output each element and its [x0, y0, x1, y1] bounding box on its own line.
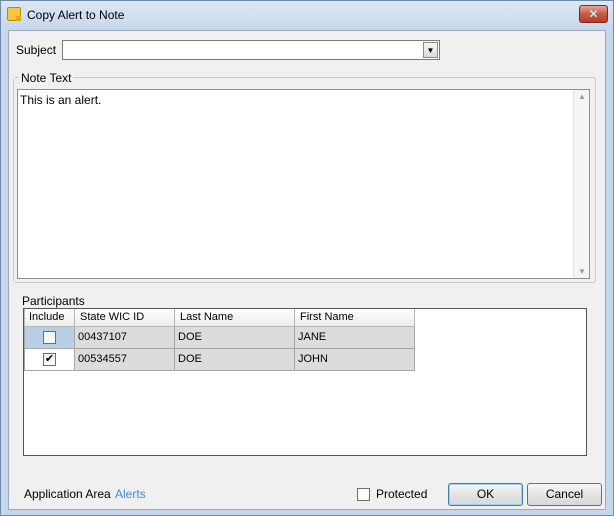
last-name-cell[interactable]: DOE [174, 325, 295, 349]
table-row[interactable]: 00437107 DOE JANE [24, 325, 415, 349]
subject-label: Subject [16, 43, 57, 57]
dialog-body: Subject ▼ Note Text This is an alert. ▲ … [8, 30, 606, 510]
participants-grid: Include State WIC ID Last Name First Nam… [23, 308, 587, 456]
cancel-button[interactable]: Cancel [527, 483, 602, 506]
include-cell[interactable]: ✔ [24, 347, 75, 371]
note-text-legend: Note Text [19, 71, 74, 85]
application-area-label: Application Area [24, 487, 111, 501]
participants-table: Include State WIC ID Last Name First Nam… [24, 309, 415, 371]
last-name-cell[interactable]: DOE [174, 347, 295, 371]
participants-label: Participants [22, 294, 85, 308]
title-bar[interactable]: Copy Alert to Note ✕ [1, 1, 613, 29]
window-title: Copy Alert to Note [27, 8, 125, 22]
header-row: Include State WIC ID Last Name First Nam… [24, 309, 415, 327]
subject-dropdown[interactable]: ▼ [62, 40, 440, 60]
include-checkbox[interactable] [43, 330, 56, 344]
column-header-include[interactable]: Include [24, 309, 75, 327]
protected-label: Protected [376, 487, 428, 501]
chevron-down-icon[interactable]: ▼ [423, 42, 438, 58]
column-header-last-name[interactable]: Last Name [174, 309, 295, 327]
first-name-cell[interactable]: JANE [294, 325, 415, 349]
wic-id-cell[interactable]: 00437107 [74, 325, 175, 349]
protected-option[interactable]: Protected [357, 487, 428, 502]
include-cell[interactable] [24, 325, 75, 349]
wic-id-cell[interactable]: 00534557 [74, 347, 175, 371]
column-header-first-name[interactable]: First Name [294, 309, 415, 327]
include-checkbox[interactable]: ✔ [43, 352, 56, 366]
application-area-link[interactable]: Alerts [115, 487, 146, 501]
scroll-down-icon[interactable]: ▼ [577, 267, 587, 276]
close-button[interactable]: ✕ [579, 5, 608, 23]
first-name-cell[interactable]: JOHN [294, 347, 415, 371]
protected-checkbox[interactable] [357, 488, 370, 502]
note-text-value: This is an alert. [20, 93, 102, 107]
note-app-icon [7, 7, 21, 21]
column-header-state-wic-id[interactable]: State WIC ID [74, 309, 175, 327]
table-row[interactable]: ✔ 00534557 DOE JOHN [24, 347, 415, 371]
note-text-group: Note Text This is an alert. ▲ ▼ [13, 71, 596, 283]
ok-button[interactable]: OK [448, 483, 523, 506]
scroll-up-icon[interactable]: ▲ [577, 92, 587, 101]
note-text-area[interactable]: This is an alert. ▲ ▼ [17, 89, 590, 279]
note-scrollbar[interactable]: ▲ ▼ [573, 90, 589, 278]
dialog-window: Copy Alert to Note ✕ Subject ▼ Note Text… [0, 0, 614, 516]
